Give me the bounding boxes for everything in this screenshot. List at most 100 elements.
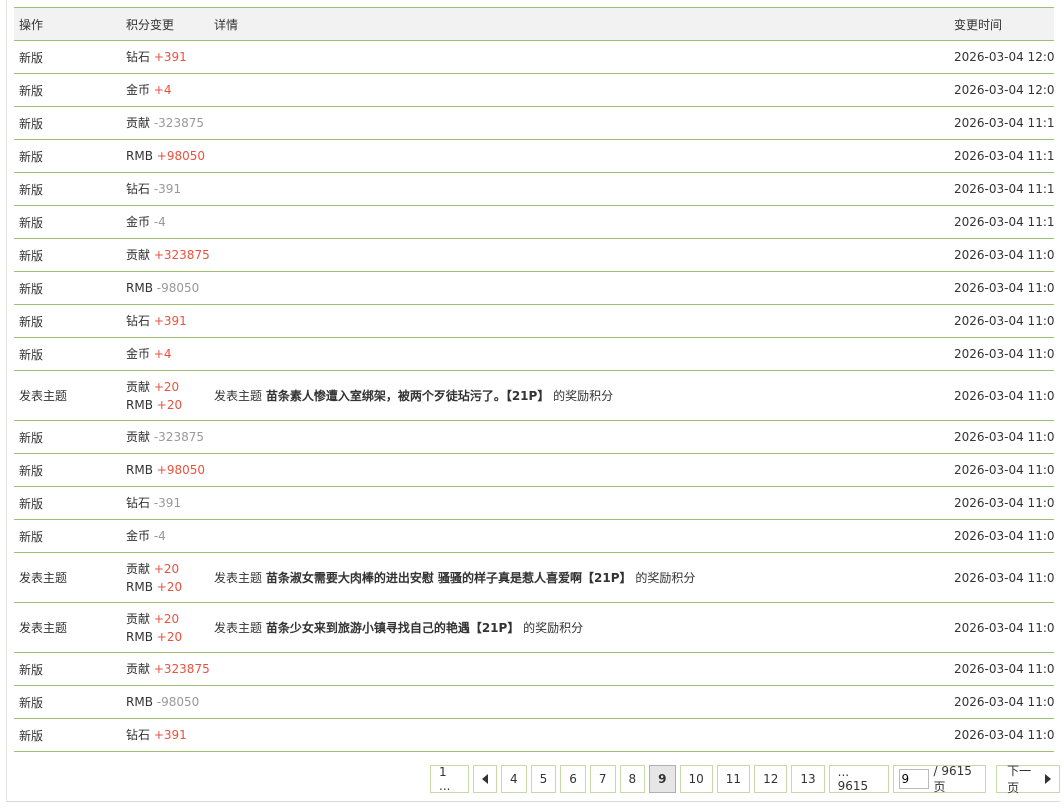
page-total-label: / 9615 页 (933, 763, 972, 794)
row-detail (209, 519, 949, 553)
table-row: 新版 金币 +4 2026-03-04 12:03 (14, 73, 1054, 107)
table-header-row: 操作 积分变更 详情 变更时间 (14, 7, 1054, 41)
point-amount: +20 (153, 561, 180, 576)
prev-page-button[interactable] (472, 765, 497, 793)
row-detail: 发表主题 苗条少女来到旅游小镇寻找自己的艳遇【21P】 的奖励积分 (209, 602, 949, 653)
table-row: 新版 贡献 -323875 2026-03-04 11:04 (14, 420, 1054, 454)
point-amount: +20 (153, 379, 180, 394)
next-page-label: 下一页 (1007, 764, 1032, 795)
point-amount: +20 (156, 579, 183, 594)
next-page-button[interactable]: 下一页 (996, 764, 1060, 795)
point-amount: +391 (153, 314, 187, 328)
row-detail (209, 106, 949, 140)
row-op: 发表主题 (14, 602, 121, 653)
row-op: 新版 (14, 106, 121, 140)
row-points: 钻石 +391 (121, 40, 209, 74)
point-amount: +20 (156, 397, 183, 412)
page-number-list: 4 5 6 7 8 9 10 11 12 13 (500, 765, 829, 793)
row-detail (209, 304, 949, 338)
point-change: 贡献 +20 (126, 378, 209, 396)
thread-title-link[interactable]: 苗条素人惨遭入室绑架，被两个歹徒玷污了。【21P】 (266, 389, 550, 403)
table-row: 新版 钻石 +391 2026-03-04 12:03 (14, 40, 1054, 74)
point-amount: -391 (153, 496, 182, 510)
row-points: 金币 +4 (121, 337, 209, 371)
row-detail (209, 139, 949, 173)
detail-suffix: 的奖励积分 (631, 571, 696, 585)
point-type: RMB (126, 281, 153, 295)
row-points: RMB -98050 (121, 271, 209, 305)
table-row: 新版 贡献 +323875 2026-03-04 11:03 (14, 652, 1054, 686)
page-number-link[interactable]: 5 (530, 765, 557, 793)
row-time: 2026-03-04 11:04 (949, 370, 1054, 421)
row-detail (209, 73, 949, 107)
point-change: 贡献 +323875 (126, 660, 209, 678)
point-type: 钻石 (126, 50, 151, 64)
point-change: RMB +98050 (126, 461, 209, 479)
page-number-link[interactable]: 8 (619, 765, 646, 793)
point-amount: -98050 (156, 281, 200, 295)
row-points: 钻石 -391 (121, 486, 209, 520)
header-points: 积分变更 (121, 7, 209, 41)
triangle-left-icon (481, 774, 488, 784)
page-number-link[interactable]: 9 (649, 765, 676, 793)
point-change: 贡献 +20 (126, 610, 209, 628)
page-last-link[interactable]: ... 9615 (828, 765, 889, 793)
point-amount: +20 (156, 629, 183, 644)
point-change: 钻石 -391 (126, 180, 209, 198)
point-type: RMB (126, 149, 153, 163)
table-row: 新版 钻石 +391 2026-03-04 11:03 (14, 718, 1054, 752)
triangle-right-icon (1045, 774, 1051, 784)
point-type: 贡献 (126, 379, 151, 394)
row-time: 2026-03-04 11:04 (949, 519, 1054, 553)
row-detail (209, 453, 949, 487)
thread-title-link[interactable]: 苗条少女来到旅游小镇寻找自己的艳遇【21P】 (266, 621, 520, 635)
point-change: RMB +20 (126, 628, 209, 646)
row-detail: 发表主题 苗条素人惨遭入室绑架，被两个歹徒玷污了。【21P】 的奖励积分 (209, 370, 949, 421)
thread-title-link[interactable]: 苗条淑女需要大肉棒的进出安慰 骚骚的样子真是惹人喜爱啊【21P】 (266, 571, 632, 585)
row-points: RMB +98050 (121, 453, 209, 487)
row-op: 新版 (14, 486, 121, 520)
credit-log-table: 操作 积分变更 详情 变更时间 新版 钻石 +391 2026-03-04 12:0… (14, 7, 1054, 752)
row-detail (209, 486, 949, 520)
detail-prefix: 发表主题 (214, 621, 266, 635)
point-change: 金币 -4 (126, 527, 209, 545)
table-row: 新版 钻石 -391 2026-03-04 11:13 (14, 172, 1054, 206)
point-amount: +391 (153, 728, 187, 742)
point-change: 金币 +4 (126, 345, 209, 363)
point-amount: -323875 (153, 430, 204, 444)
row-detail (209, 172, 949, 206)
point-change: 钻石 +391 (126, 48, 209, 66)
table-row: 新版 钻石 +391 2026-03-04 11:04 (14, 304, 1054, 338)
page-number-link[interactable]: 7 (589, 765, 616, 793)
point-type: 金币 (126, 215, 151, 229)
table-body: 新版 钻石 +391 2026-03-04 12:03 新版 金币 +4 2026-03-… (14, 40, 1054, 752)
point-amount: +4 (153, 347, 172, 361)
page-first-link[interactable]: 1 ... (430, 765, 469, 793)
header-time: 变更时间 (949, 7, 1054, 41)
page-number-link[interactable]: 12 (754, 765, 788, 793)
row-op: 新版 (14, 685, 121, 719)
table-row: 新版 RMB -98050 2026-03-04 11:03 (14, 685, 1054, 719)
row-detail (209, 337, 949, 371)
point-type: 贡献 (126, 662, 151, 676)
point-change: 钻石 -391 (126, 494, 209, 512)
point-type: 钻石 (126, 182, 151, 196)
row-op: 新版 (14, 139, 121, 173)
row-detail: 发表主题 苗条淑女需要大肉棒的进出安慰 骚骚的样子真是惹人喜爱啊【21P】 的奖… (209, 552, 949, 603)
table-row: 新版 金币 -4 2026-03-04 11:13 (14, 205, 1054, 239)
point-amount: -98050 (156, 695, 200, 709)
row-time: 2026-03-04 11:03 (949, 652, 1054, 686)
row-time: 2026-03-04 11:04 (949, 486, 1054, 520)
table-row: 新版 钻石 -391 2026-03-04 11:04 (14, 486, 1054, 520)
header-op: 操作 (14, 7, 121, 41)
point-change: 金币 -4 (126, 213, 209, 231)
page-number-link[interactable]: 10 (679, 765, 713, 793)
page-number-link[interactable]: 11 (716, 765, 751, 793)
page-number-link[interactable]: 4 (500, 765, 527, 793)
page-number-link[interactable]: 13 (791, 765, 825, 793)
page-jump-input[interactable] (898, 769, 929, 789)
point-change: RMB -98050 (126, 693, 209, 711)
row-op: 新版 (14, 40, 121, 74)
page-number-link[interactable]: 6 (560, 765, 586, 793)
row-detail (209, 718, 949, 752)
